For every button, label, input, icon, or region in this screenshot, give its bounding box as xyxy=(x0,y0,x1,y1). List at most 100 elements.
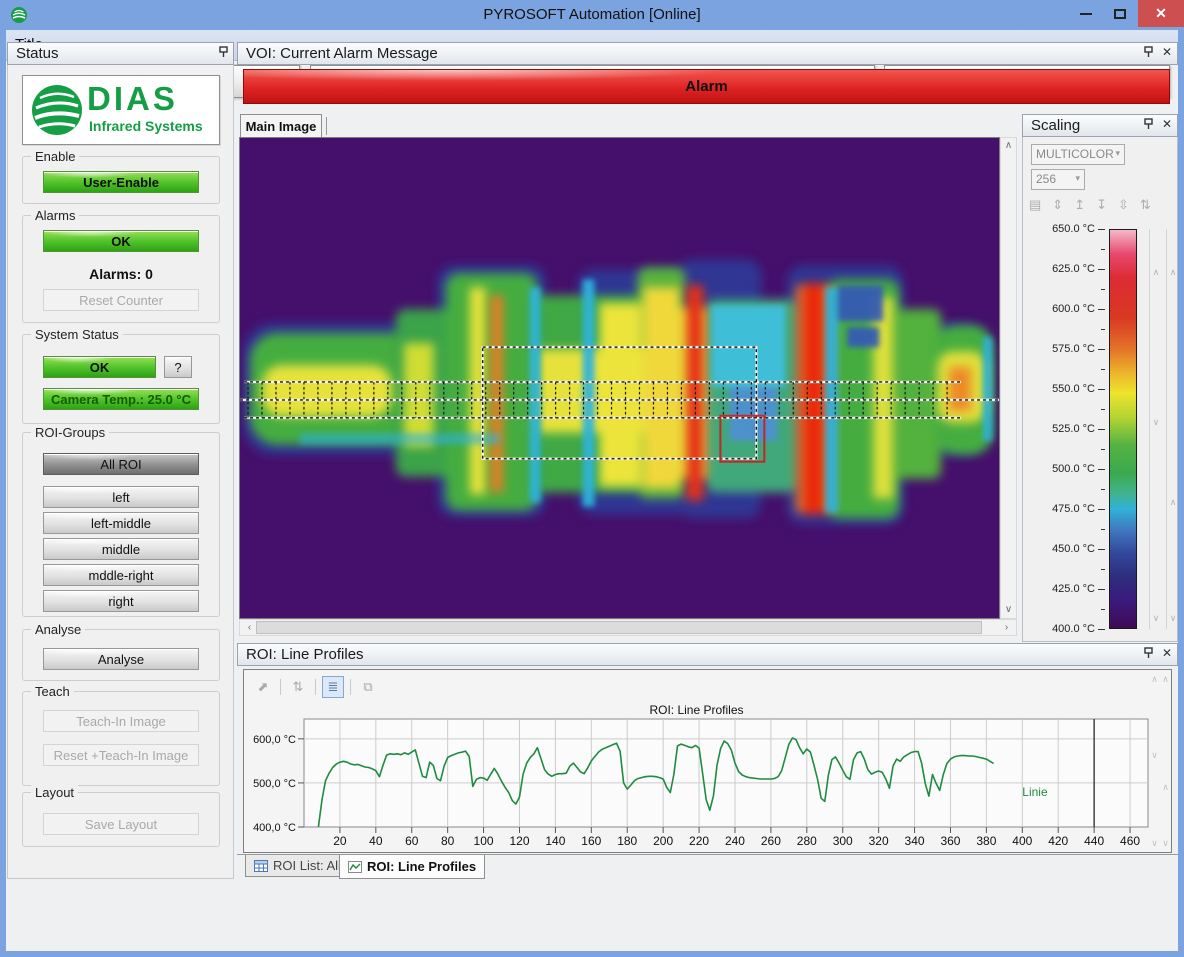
export-icon[interactable]: ⬈ xyxy=(252,676,274,698)
levels-select[interactable]: 256▾ xyxy=(1031,169,1085,190)
expand-range-icon[interactable]: ⇳ xyxy=(1118,197,1129,217)
x-tick-label: 460 xyxy=(1120,834,1140,848)
close-button[interactable]: ✕ xyxy=(1138,0,1184,27)
y-tick-label: 500,0 °C xyxy=(253,778,296,790)
list-view-icon[interactable]: ≣ xyxy=(322,676,344,698)
alarms-ok-button[interactable]: OK xyxy=(43,230,199,252)
scroll-down-icon[interactable]: ∨ xyxy=(1149,750,1160,761)
scale-minor-tick xyxy=(1101,369,1105,370)
slider-up-icon[interactable]: ∧ xyxy=(1150,267,1162,278)
narrow-range-icon[interactable]: ⇅ xyxy=(1140,197,1151,217)
teach-in-image-button[interactable]: Teach-In Image xyxy=(43,710,199,732)
scroll-down-icon[interactable]: ∨ xyxy=(1001,605,1016,615)
properties-icon[interactable]: ▤ xyxy=(1029,197,1041,217)
toolbar-separator xyxy=(315,679,316,695)
tab-main-image[interactable]: Main Image xyxy=(240,114,322,137)
enable-group-label: Enable xyxy=(31,149,79,164)
roi-group-left-middle-button[interactable]: left-middle xyxy=(43,512,199,534)
scale-label: 425.0 °C xyxy=(1023,583,1095,595)
scroll-up-icon[interactable]: ∧ xyxy=(1001,141,1016,151)
raise-max-icon[interactable]: ↥ xyxy=(1074,197,1085,217)
scroll-down-icon[interactable]: ∨ xyxy=(1149,838,1160,849)
temperature-scale: 650.0 °C625.0 °C600.0 °C575.0 °C550.0 °C… xyxy=(1023,221,1179,637)
scaling-panel: Scaling ✕ MULTICOLOR▾ 256▾ ▤⇕↥↧⇳⇅ 650.0 … xyxy=(1022,114,1178,642)
scroll-down-icon[interactable]: ∨ xyxy=(1160,838,1171,849)
tab-roi-list[interactable]: ROI List: All xyxy=(245,855,350,877)
auto-range-icon[interactable]: ⇕ xyxy=(1052,197,1063,217)
min-range-slider[interactable]: ∧ ∧ ∨ xyxy=(1166,229,1178,629)
x-tick-label: 380 xyxy=(976,834,996,848)
slider-down-icon[interactable]: ∨ xyxy=(1150,613,1162,624)
chevron-down-icon: ▾ xyxy=(1115,148,1120,159)
lower-max-icon[interactable]: ↧ xyxy=(1096,197,1107,217)
max-range-slider[interactable]: ∧ ∨ ∨ xyxy=(1149,229,1161,629)
scrollbar-thumb[interactable] xyxy=(256,621,982,634)
image-vertical-scrollbar[interactable]: ∧ ∨ xyxy=(1000,137,1017,619)
roi-group-left-button[interactable]: left xyxy=(43,486,199,508)
roi-groups-label: ROI-Groups xyxy=(31,425,109,440)
roi-group-middle-right-button[interactable]: mddle-right xyxy=(43,564,199,586)
system-status-label: System Status xyxy=(31,327,123,342)
scroll-right-icon[interactable]: › xyxy=(999,623,1014,633)
camera-temp-button[interactable]: Camera Temp.: 25.0 °C xyxy=(43,388,199,410)
thermal-image[interactable] xyxy=(239,137,1000,619)
minimize-button[interactable] xyxy=(1070,0,1102,27)
line-profile-chart[interactable]: 2040608010012014016018020022024026028030… xyxy=(244,716,1159,851)
tab-roi-line-profiles[interactable]: ROI: Line Profiles xyxy=(339,855,485,879)
roi-group-all-button[interactable]: All ROI xyxy=(43,453,199,475)
slider-down-icon[interactable]: ∨ xyxy=(1167,613,1179,624)
analyse-button[interactable]: Analyse xyxy=(43,648,199,670)
scale-tick xyxy=(1098,229,1105,230)
scroll-up-icon[interactable]: ∧ xyxy=(1160,782,1171,793)
layout-group: Layout Save Layout xyxy=(22,792,220,847)
status-panel-header: Status xyxy=(7,42,234,65)
slider-up-icon[interactable]: ∧ xyxy=(1167,267,1179,278)
reset-counter-button[interactable]: Reset Counter xyxy=(43,289,199,311)
scale-label: 600.0 °C xyxy=(1023,303,1095,315)
image-horizontal-scrollbar[interactable]: ‹ › xyxy=(239,619,1017,636)
scroll-up-icon[interactable]: ∧ xyxy=(1149,674,1160,685)
scale-tick xyxy=(1098,309,1105,310)
x-tick-label: 360 xyxy=(940,834,960,848)
roi-group-middle-button[interactable]: middle xyxy=(43,538,199,560)
scroll-up-icon[interactable]: ∧ xyxy=(1160,674,1171,685)
scale-label: 650.0 °C xyxy=(1023,223,1095,235)
x-tick-label: 240 xyxy=(725,834,745,848)
copy-icon[interactable]: ⧉ xyxy=(357,676,379,698)
slider-up-icon[interactable]: ∧ xyxy=(1167,497,1179,508)
help-button[interactable]: ? xyxy=(164,356,192,378)
scroll-left-icon[interactable]: ‹ xyxy=(242,623,257,633)
scaling-toolbar: ▤ ⇕ ↥ ↧ ⇳ ⇅ xyxy=(1029,197,1173,217)
chart-scrollbar-right-col[interactable]: ∧ ∧ ∨ xyxy=(1160,672,1171,850)
maximize-icon xyxy=(1114,9,1126,19)
save-layout-button[interactable]: Save Layout xyxy=(43,813,199,835)
plot-area xyxy=(304,719,1148,827)
scale-minor-tick xyxy=(1101,409,1105,410)
dias-logo: DIAS Infrared Systems xyxy=(22,75,220,145)
system-status-group: System Status OK ? Camera Temp.: 25.0 °C xyxy=(22,334,220,424)
palette-select[interactable]: MULTICOLOR▾ xyxy=(1031,144,1125,165)
chart-scrollbar-left-col[interactable]: ∧ ∨ ∨ xyxy=(1149,672,1160,850)
chart-title: ROI: Line Profiles xyxy=(244,703,1149,717)
roi-group-right-button[interactable]: right xyxy=(43,590,199,612)
reset-teach-in-image-button[interactable]: Reset +Teach-In Image xyxy=(43,744,199,766)
teach-group: Teach Teach-In Image Reset +Teach-In Ima… xyxy=(22,691,220,786)
close-panel-icon[interactable]: ✕ xyxy=(1162,647,1172,659)
close-panel-icon[interactable]: ✕ xyxy=(1162,118,1172,130)
user-enable-button[interactable]: User-Enable xyxy=(43,171,199,193)
x-tick-label: 300 xyxy=(833,834,853,848)
system-ok-button[interactable]: OK xyxy=(43,356,156,378)
maximize-button[interactable] xyxy=(1104,0,1136,27)
pin-icon[interactable] xyxy=(1144,46,1153,58)
scale-label: 400.0 °C xyxy=(1023,623,1095,635)
slider-down-icon[interactable]: ∨ xyxy=(1150,417,1162,428)
close-panel-icon[interactable]: ✕ xyxy=(1162,46,1172,58)
auto-scale-icon[interactable]: ⇅ xyxy=(287,676,309,698)
pin-icon[interactable] xyxy=(1144,118,1153,130)
pin-icon[interactable] xyxy=(219,46,228,58)
analyse-group: Analyse Analyse xyxy=(22,629,220,681)
x-tick-label: 20 xyxy=(333,834,347,848)
pin-icon[interactable] xyxy=(1144,647,1153,659)
scale-label: 575.0 °C xyxy=(1023,343,1095,355)
tab-roi-list-label: ROI List: All xyxy=(273,858,341,873)
